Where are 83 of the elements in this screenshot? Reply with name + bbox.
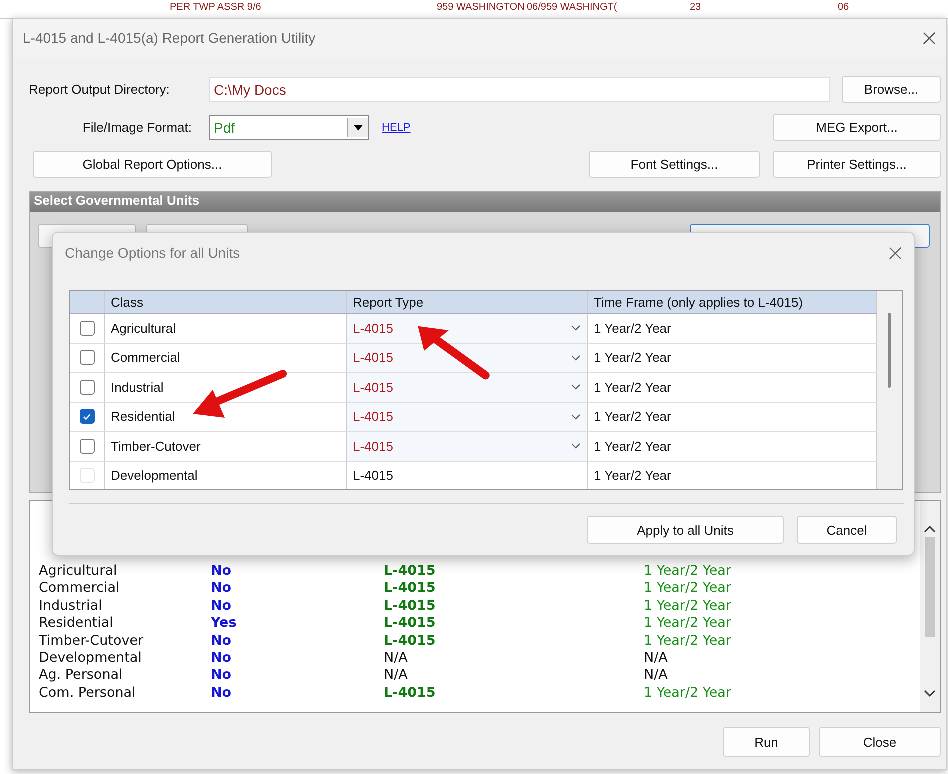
format-dropdown[interactable]: Pdf <box>209 115 369 140</box>
table-cell-text: No <box>211 650 233 668</box>
scroll-thumb[interactable] <box>888 313 891 388</box>
check-icon <box>82 412 92 422</box>
run-button[interactable]: Run <box>723 727 810 757</box>
table-cell: 1 Year/2 Year <box>644 684 732 702</box>
chevron-up-icon[interactable] <box>924 525 936 533</box>
checkbox[interactable] <box>80 409 94 424</box>
browse-button[interactable]: Browse... <box>842 76 941 103</box>
table-cell: 1 Year/2 Year <box>644 632 732 650</box>
table-cell-text: Agricultural <box>39 563 118 580</box>
checkbox[interactable] <box>80 438 94 454</box>
table-cell: 1 Year/2 Year <box>644 615 732 633</box>
table-cell-text: No <box>211 667 233 685</box>
table-cell-text: L-4015 <box>384 563 437 580</box>
meg-export-button[interactable]: MEG Export... <box>773 114 941 141</box>
scrollbar[interactable] <box>920 501 940 712</box>
sheet-cell: 23 <box>690 2 702 13</box>
table-cell-text: Yes <box>211 615 238 633</box>
chevron-down-icon[interactable] <box>571 384 581 390</box>
caret-icon[interactable] <box>354 124 362 130</box>
table-cell: N/A <box>644 650 668 668</box>
checkbox[interactable] <box>80 380 94 395</box>
sheet-cell: PER TWP ASSR 9/6 <box>170 2 262 13</box>
table-cell: 1 Year/2 Year <box>644 580 732 598</box>
table-cell-text: L-4015 <box>384 632 437 650</box>
table-cell-text: Residential <box>39 615 114 633</box>
column-header: Report Type <box>347 291 588 313</box>
table-cell-text: No <box>211 684 233 702</box>
report-type-dropdown[interactable]: L-4015 <box>347 432 588 460</box>
table-cell-text: Ag. Personal <box>39 667 124 685</box>
scroll-thumb[interactable] <box>925 537 935 637</box>
chevron-down-icon[interactable] <box>571 354 581 361</box>
checkbox[interactable] <box>80 320 94 336</box>
sheet-cell: 06/959 WASHINGT( <box>527 2 618 13</box>
table-cell-text: No <box>211 563 233 580</box>
checkbox[interactable] <box>80 350 94 366</box>
report-type-dropdown[interactable]: L-4015 <box>347 344 588 372</box>
table-cell: N/A <box>644 667 668 685</box>
table-cell-text: Developmental <box>39 650 143 668</box>
chevron-down-icon[interactable] <box>571 325 581 332</box>
printer-settings-button[interactable]: Printer Settings... <box>773 151 941 178</box>
table-cell-text: L-4015 <box>384 580 437 598</box>
table-cell-text: N/A <box>384 667 409 685</box>
table-cell: Developmental <box>105 462 347 489</box>
window-title: L-4015 and L-4015(a) Report Generation Utility <box>23 30 316 46</box>
table-cell: 1 Year/2 Year <box>644 563 732 580</box>
global-options-button[interactable]: Global Report Options... <box>33 151 272 178</box>
table-cell-text: L-4015 <box>384 615 437 633</box>
chevron-down-icon[interactable] <box>571 414 581 420</box>
table-cell-text: Commercial <box>39 580 121 598</box>
table-cell-text: Industrial <box>39 598 104 616</box>
field-label: Report Output Directory: <box>29 82 171 97</box>
table-cell-text: No <box>211 598 233 616</box>
table-cell-text: L-4015 <box>384 684 437 702</box>
chevron-down-icon[interactable] <box>924 690 936 698</box>
directory-field[interactable]: C:\My Docs <box>209 77 830 102</box>
close-button[interactable]: Close <box>819 727 941 757</box>
close-icon[interactable] <box>889 246 902 260</box>
cancel-button[interactable]: Cancel <box>797 516 897 544</box>
table-cell-text: No <box>211 580 233 598</box>
report-type-dropdown[interactable]: L-4015 <box>347 314 588 342</box>
field-label: File/Image Format: <box>82 120 192 135</box>
table-cell-text: N/A <box>384 650 409 668</box>
table-cell-text: Com. Personal <box>39 684 137 702</box>
scrollbar[interactable] <box>877 291 902 489</box>
report-type-dropdown[interactable]: L-4015 <box>347 373 588 402</box>
table-cell-text: No <box>211 632 233 650</box>
panel-header: Select Governmental Units <box>30 192 940 212</box>
dialog-title: Change Options for all Units <box>65 245 240 261</box>
table-cell: 1 Year/2 Year <box>644 598 732 616</box>
font-settings-button[interactable]: Font Settings... <box>589 151 760 178</box>
sheet-cell: 959 WASHINGTON <box>437 2 525 13</box>
chevron-down-icon[interactable] <box>571 443 581 450</box>
close-icon[interactable] <box>923 32 936 44</box>
table-cell-text: L-4015 <box>384 598 437 616</box>
column-header: Class <box>105 291 347 313</box>
sheet-cell: 06 <box>838 2 850 13</box>
apply-button[interactable]: Apply to all Units <box>587 516 784 544</box>
table-cell-text: Timber-Cutover <box>39 632 145 650</box>
table-cell: L-4015 <box>347 462 588 489</box>
report-type-dropdown[interactable]: L-4015 <box>347 402 588 431</box>
help-link[interactable]: HELP <box>382 122 411 134</box>
